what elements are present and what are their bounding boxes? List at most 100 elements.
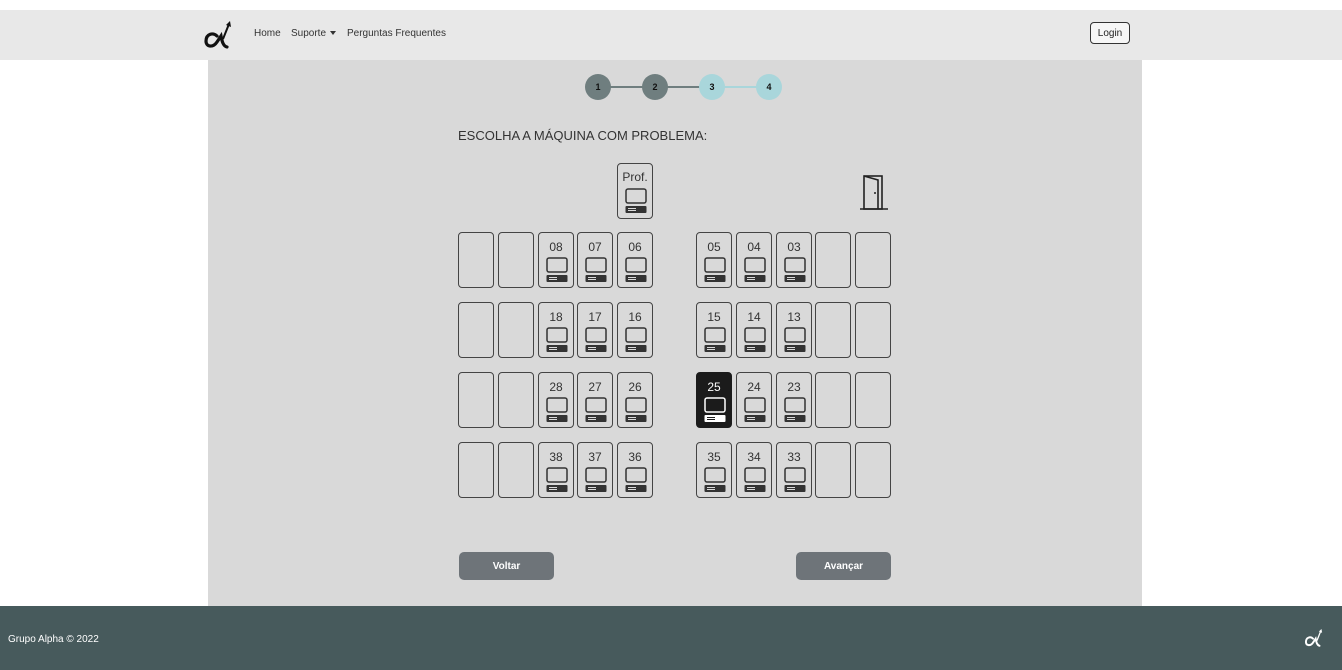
empty-seat (458, 302, 494, 358)
computer-seat-27[interactable]: 27 (577, 372, 613, 428)
step-1: 1 (585, 74, 611, 100)
computer-seat-28[interactable]: 28 (538, 372, 574, 428)
computer-seat-23[interactable]: 23 (776, 372, 812, 428)
empty-seat (498, 302, 534, 358)
seat-number: 24 (747, 380, 761, 394)
computer-seat-15[interactable]: 15 (696, 302, 732, 358)
computer-seat-18[interactable]: 18 (538, 302, 574, 358)
computer-seat-03[interactable]: 03 (776, 232, 812, 288)
navbar: Home Suporte Perguntas Frequentes Login (0, 10, 1342, 60)
computer-icon (704, 257, 726, 282)
computer-seat-24[interactable]: 24 (736, 372, 772, 428)
seat-number: 04 (747, 240, 761, 254)
computer-icon (625, 327, 647, 352)
professor-computer[interactable]: Prof. (617, 163, 653, 219)
seat-number: 23 (787, 380, 801, 394)
seat-number: 35 (707, 450, 721, 464)
door-icon (860, 175, 888, 210)
professor-label: Prof. (622, 170, 648, 184)
empty-seat (458, 232, 494, 288)
empty-seat (855, 302, 891, 358)
nav-suporte-label: Suporte (291, 28, 327, 39)
empty-seat (498, 372, 534, 428)
nav-faq-link[interactable]: Perguntas Frequentes (347, 28, 446, 39)
computer-seat-13[interactable]: 13 (776, 302, 812, 358)
nav-suporte-dropdown[interactable]: Suporte (291, 28, 337, 39)
seat-number: 36 (628, 450, 642, 464)
next-button[interactable]: Avançar (796, 552, 891, 580)
seat-number: 28 (549, 380, 563, 394)
seat-number: 38 (549, 450, 563, 464)
seat-number: 05 (707, 240, 721, 254)
seat-number: 33 (787, 450, 801, 464)
seat-number: 34 (747, 450, 761, 464)
computer-icon (784, 257, 806, 282)
computer-icon (625, 188, 647, 213)
footer: Grupo Alpha © 2022 (0, 606, 1342, 670)
alpha-logo-icon[interactable] (203, 20, 237, 50)
main-panel: 1234 ESCOLHA A MÁQUINA COM PROBLEMA: Pro… (208, 60, 1142, 606)
computer-seat-07[interactable]: 07 (577, 232, 613, 288)
alpha-logo-icon (1304, 628, 1323, 647)
step-4: 4 (756, 74, 782, 100)
computer-seat-14[interactable]: 14 (736, 302, 772, 358)
computer-icon (585, 327, 607, 352)
seat-number: 07 (588, 240, 602, 254)
computer-seat-08[interactable]: 08 (538, 232, 574, 288)
computer-icon (546, 327, 568, 352)
computer-icon (784, 327, 806, 352)
computer-icon (585, 397, 607, 422)
seat-number: 15 (707, 310, 721, 324)
computer-icon (784, 397, 806, 422)
seat-number: 14 (747, 310, 761, 324)
computer-seat-04[interactable]: 04 (736, 232, 772, 288)
computer-seat-16[interactable]: 16 (617, 302, 653, 358)
computer-seat-05[interactable]: 05 (696, 232, 732, 288)
computer-seat-06[interactable]: 06 (617, 232, 653, 288)
empty-seat (498, 232, 534, 288)
computer-icon (744, 397, 766, 422)
empty-seat (815, 302, 851, 358)
empty-seat (855, 442, 891, 498)
computer-seat-38[interactable]: 38 (538, 442, 574, 498)
computer-icon (704, 467, 726, 492)
computer-icon (585, 257, 607, 282)
back-button[interactable]: Voltar (459, 552, 554, 580)
computer-seat-36[interactable]: 36 (617, 442, 653, 498)
seat-number: 37 (588, 450, 602, 464)
step-2: 2 (642, 74, 668, 100)
computer-seat-34[interactable]: 34 (736, 442, 772, 498)
seat-number: 18 (549, 310, 563, 324)
computer-seat-37[interactable]: 37 (577, 442, 613, 498)
computer-seat-26[interactable]: 26 (617, 372, 653, 428)
seat-number: 25 (707, 380, 721, 394)
computer-icon (704, 327, 726, 352)
login-button[interactable]: Login (1090, 22, 1130, 44)
seat-number: 26 (628, 380, 642, 394)
page-title: ESCOLHA A MÁQUINA COM PROBLEMA: (458, 128, 708, 143)
computer-icon (546, 467, 568, 492)
step-3: 3 (699, 74, 725, 100)
seat-number: 13 (787, 310, 801, 324)
caret-down-icon (330, 31, 337, 36)
nav-home-link[interactable]: Home (254, 28, 281, 39)
computer-seat-33[interactable]: 33 (776, 442, 812, 498)
computer-icon (744, 257, 766, 282)
computer-icon (625, 257, 647, 282)
computer-seat-17[interactable]: 17 (577, 302, 613, 358)
computer-seat-35[interactable]: 35 (696, 442, 732, 498)
computer-icon (704, 397, 726, 422)
empty-seat (815, 372, 851, 428)
seat-number: 17 (588, 310, 602, 324)
computer-seat-25[interactable]: 25 (696, 372, 732, 428)
empty-seat (458, 372, 494, 428)
computer-icon (744, 467, 766, 492)
computer-icon (784, 467, 806, 492)
seat-number: 03 (787, 240, 801, 254)
empty-seat (855, 232, 891, 288)
footer-copyright: Grupo Alpha © 2022 (8, 634, 99, 645)
empty-seat (815, 442, 851, 498)
computer-icon (625, 397, 647, 422)
empty-seat (498, 442, 534, 498)
seat-number: 08 (549, 240, 563, 254)
